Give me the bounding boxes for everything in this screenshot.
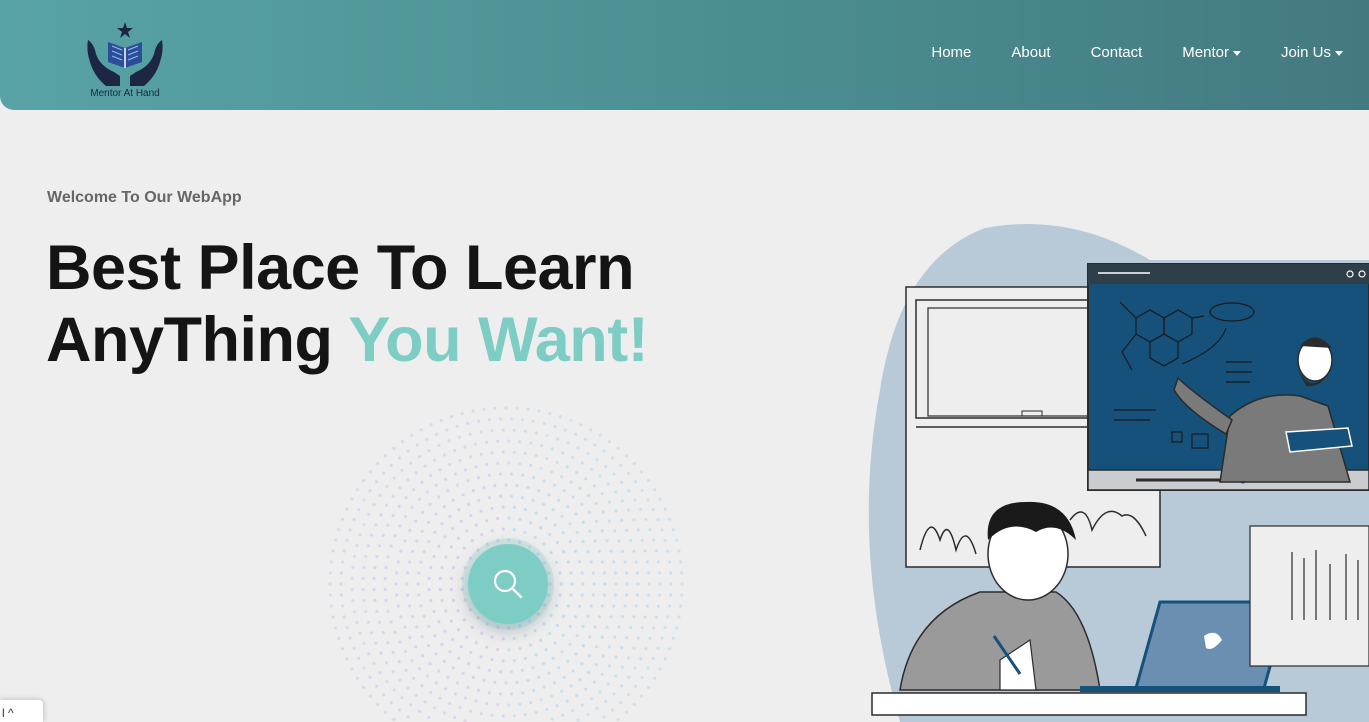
nav-label: Contact bbox=[1090, 44, 1143, 61]
nav-label: Mentor bbox=[1182, 44, 1229, 61]
headline-line2-plain: AnyThing bbox=[46, 305, 349, 375]
nav-item-join-us[interactable]: Join Us bbox=[1281, 44, 1343, 61]
hero-headline: Best Place To Learn AnyThing You Want! bbox=[46, 232, 649, 376]
nav-item-about[interactable]: About bbox=[1011, 44, 1050, 61]
brand-logo[interactable]: Mentor At Hand bbox=[80, 20, 170, 102]
nav-label: About bbox=[1011, 44, 1051, 61]
welcome-text: Welcome To Our WebApp bbox=[47, 189, 242, 206]
nav-label: Home bbox=[931, 44, 972, 61]
nav-label: Join Us bbox=[1280, 44, 1331, 61]
headline-line2-accent: You Want! bbox=[348, 305, 649, 375]
floating-widget-label: l ^ bbox=[2, 706, 14, 720]
online-learning-illustration bbox=[868, 224, 1369, 722]
caret-down-icon bbox=[1232, 50, 1241, 56]
nav-item-contact[interactable]: Contact bbox=[1091, 44, 1143, 61]
floating-widget-tab[interactable]: l ^ bbox=[0, 700, 43, 722]
caret-down-icon bbox=[1335, 50, 1343, 56]
brand-name: Mentor At Hand bbox=[90, 88, 160, 99]
nav-item-home[interactable]: Home bbox=[931, 44, 971, 61]
nav-item-mentor[interactable]: Mentor bbox=[1182, 44, 1241, 61]
book-hands-icon bbox=[87, 22, 163, 86]
search-icon bbox=[493, 569, 523, 599]
headline-line1: Best Place To Learn bbox=[46, 233, 635, 303]
search-button[interactable] bbox=[468, 544, 548, 624]
main-nav: Home About Contact Mentor Join Us bbox=[891, 44, 1343, 61]
navbar: Mentor At Hand Home About Contact Mentor… bbox=[0, 0, 1369, 110]
